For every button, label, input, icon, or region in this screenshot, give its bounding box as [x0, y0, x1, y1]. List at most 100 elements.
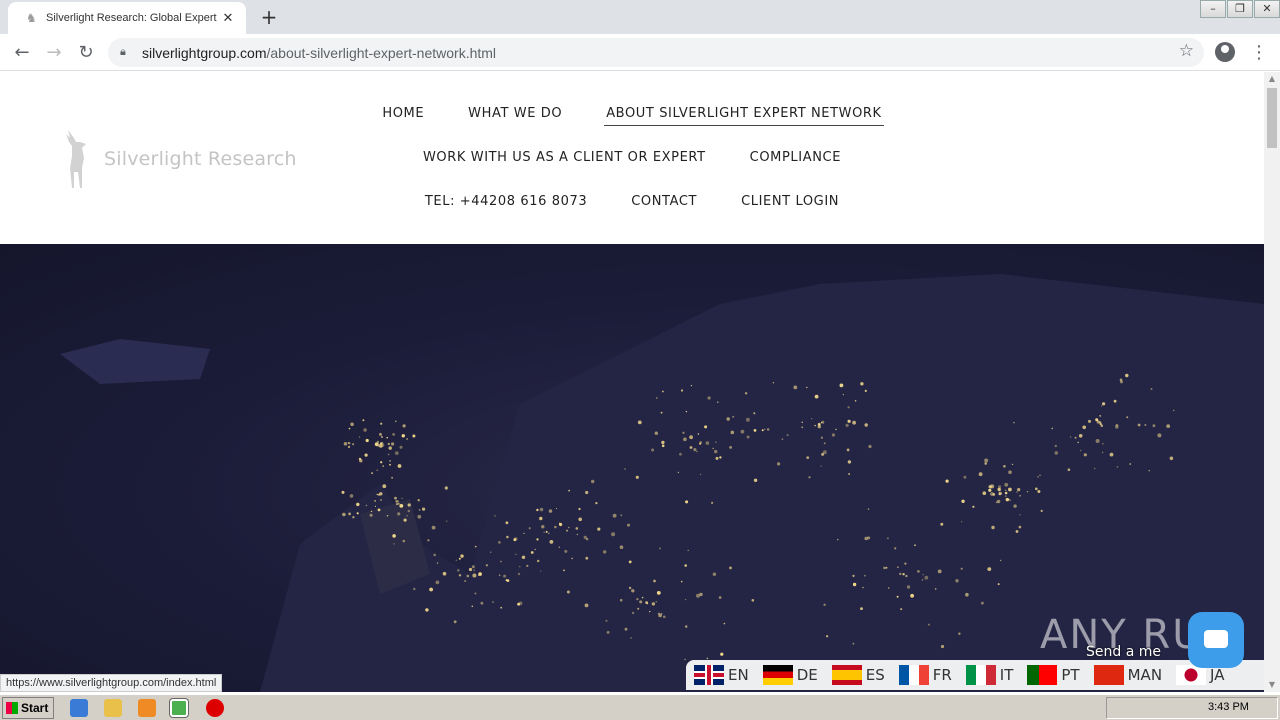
bookmark-star-icon[interactable]: ☆	[1179, 41, 1194, 61]
send-message-label[interactable]: Send a me	[1086, 644, 1161, 660]
city-light	[505, 521, 509, 525]
city-light	[555, 507, 558, 510]
internet-explorer-icon[interactable]	[70, 699, 88, 717]
opera-icon[interactable]	[206, 699, 224, 717]
close-window-button[interactable]: ✕	[1254, 0, 1280, 18]
lang-code: DE	[796, 666, 818, 684]
city-light	[753, 478, 758, 482]
city-light	[382, 465, 385, 467]
city-light	[960, 567, 963, 570]
menu-telephone[interactable]: TEL: +44208 616 8073	[423, 194, 589, 213]
city-light	[382, 484, 387, 489]
lang-fr[interactable]: FR	[898, 665, 952, 685]
menu-compliance[interactable]: COMPLIANCE	[748, 150, 843, 169]
minimize-button[interactable]: –	[1200, 0, 1226, 18]
city-light	[341, 490, 345, 494]
city-light	[902, 573, 905, 576]
chat-widget-button[interactable]	[1188, 612, 1244, 668]
city-light	[519, 566, 521, 568]
city-light	[576, 533, 579, 536]
profile-avatar-icon[interactable]	[1215, 42, 1235, 62]
city-light	[356, 512, 359, 515]
city-light	[730, 430, 735, 435]
city-light	[699, 592, 703, 597]
browser-menu-icon[interactable]: ⋮	[1250, 41, 1268, 65]
menu-about-expert-network[interactable]: ABOUT SILVERLIGHT EXPERT NETWORK	[604, 106, 884, 126]
lang-es[interactable]: ES	[831, 665, 885, 685]
city-light	[655, 601, 657, 603]
start-button[interactable]: Start	[2, 697, 54, 719]
city-light	[655, 397, 658, 399]
city-light	[380, 461, 383, 464]
city-light	[536, 538, 539, 541]
city-light	[651, 602, 656, 606]
city-light	[371, 472, 373, 474]
city-light	[965, 592, 969, 597]
address-bar[interactable]: 🔒︎ silverlightgroup.com/about-silverligh…	[108, 38, 1204, 67]
url-path: /about-silverlight-expert-network.html	[266, 44, 497, 61]
back-button[interactable]: ←	[10, 41, 34, 65]
city-light	[1137, 423, 1141, 427]
city-light	[751, 599, 755, 602]
city-light	[711, 501, 714, 504]
city-light	[395, 420, 397, 423]
lang-it[interactable]: IT	[965, 665, 1013, 685]
menu-contact[interactable]: CONTACT	[629, 194, 699, 213]
city-light	[1157, 433, 1162, 438]
media-player-icon[interactable]	[138, 699, 156, 717]
page-scrollbar[interactable]: ▲ ▼	[1264, 72, 1280, 692]
forward-button[interactable]: →	[42, 41, 66, 65]
city-light	[380, 499, 382, 501]
city-light	[478, 572, 482, 576]
city-light	[349, 494, 354, 498]
scroll-thumb[interactable]	[1267, 88, 1277, 148]
lang-man[interactable]: MAN	[1093, 665, 1162, 685]
city-light	[864, 389, 867, 392]
web-page: Silverlight Research HOME WHAT WE DO ABO…	[0, 72, 1264, 692]
city-light	[543, 531, 545, 533]
new-tab-button[interactable]: +	[258, 6, 280, 28]
city-light	[846, 448, 850, 452]
scroll-down-arrow-icon[interactable]: ▼	[1264, 678, 1280, 692]
city-light	[990, 484, 995, 489]
city-light	[894, 547, 897, 550]
browser-tab[interactable]: ♞ Silverlight Research: Global Expert N …	[8, 2, 246, 34]
menu-home[interactable]: HOME	[380, 106, 426, 126]
city-light	[627, 523, 630, 527]
lang-en[interactable]: EN	[694, 665, 749, 685]
city-light	[814, 424, 816, 427]
lang-ja[interactable]: JA	[1176, 665, 1224, 685]
lock-icon[interactable]: 🔒︎	[120, 46, 134, 59]
maximize-button[interactable]: ❐	[1227, 0, 1253, 18]
city-light	[978, 472, 983, 477]
city-light	[972, 505, 975, 508]
japan-flag-icon	[1176, 665, 1207, 685]
menu-client-login[interactable]: CLIENT LOGIN	[739, 194, 841, 213]
city-light	[458, 574, 462, 577]
city-light	[718, 596, 722, 599]
lang-pt[interactable]: PT	[1027, 665, 1080, 685]
city-light	[500, 560, 502, 563]
menu-work-with-us[interactable]: WORK WITH US AS A CLIENT OR EXPERT	[421, 150, 708, 169]
chrome-icon[interactable]	[170, 699, 188, 717]
city-light	[998, 491, 1002, 496]
scroll-up-arrow-icon[interactable]: ▲	[1264, 72, 1280, 86]
city-light	[386, 515, 389, 517]
city-light	[1011, 463, 1014, 466]
city-light	[723, 622, 726, 625]
city-light	[637, 420, 642, 425]
city-light	[480, 601, 484, 605]
city-light	[619, 545, 624, 549]
city-light	[806, 386, 808, 389]
menu-what-we-do[interactable]: WHAT WE DO	[466, 106, 564, 126]
lang-de[interactable]: DE	[762, 665, 818, 685]
italy-flag-icon	[965, 665, 996, 685]
city-light	[392, 433, 395, 436]
close-tab-icon[interactable]: ✕	[220, 11, 236, 26]
reload-button[interactable]: ↻	[74, 41, 98, 65]
city-light	[566, 590, 570, 594]
city-light	[848, 473, 850, 475]
city-light	[1102, 402, 1106, 406]
city-light	[998, 485, 1002, 489]
folder-icon[interactable]	[104, 699, 122, 717]
